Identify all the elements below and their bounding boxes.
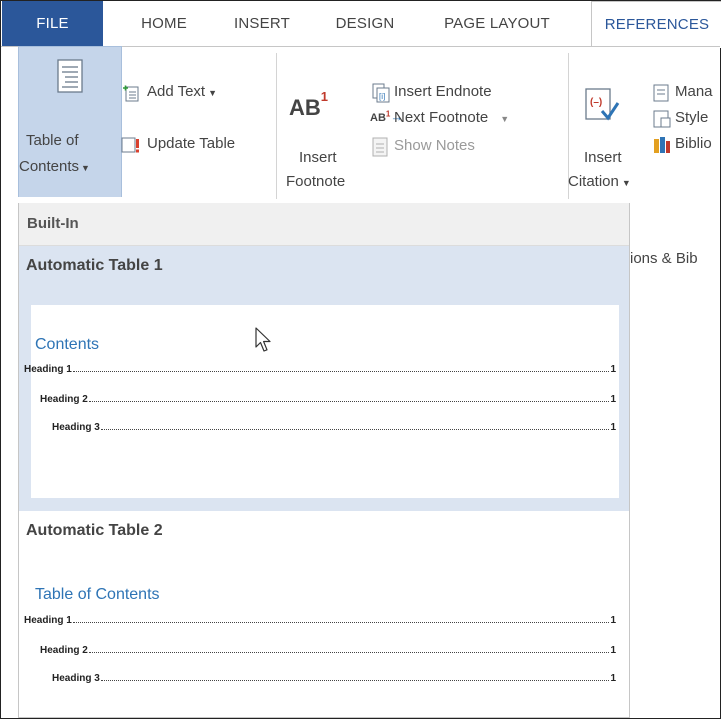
tab-home[interactable]: HOME [129, 1, 199, 46]
ribbon-separator [276, 53, 277, 199]
toc-entry: Heading 11 [24, 364, 616, 375]
toc-preview: Table of Contents Heading 11 Heading 21 … [24, 571, 619, 711]
svg-text:(–): (–) [590, 97, 602, 108]
built-in-label: Built-In [27, 215, 79, 232]
toc-entry: Heading 21 [40, 645, 616, 656]
table-of-contents-button[interactable]: Table of Contents ▼ [18, 46, 122, 197]
toc-gallery-item-automatic-table-2[interactable]: Automatic Table 2 Table of Contents Head… [19, 511, 629, 717]
toc-entry: Heading 11 [24, 615, 616, 626]
insert-endnote-icon: [i] [372, 83, 390, 103]
bibliography-button[interactable]: Biblio [675, 135, 712, 152]
preview-heading: Table of Contents [35, 586, 160, 603]
show-notes-icon [372, 137, 388, 157]
insert-footnote-label-line1[interactable]: Insert [299, 149, 337, 166]
chevron-down-icon: ▼ [208, 88, 218, 98]
gallery-section-header: Built-In [19, 203, 629, 246]
tab-file[interactable]: FILE [2, 1, 103, 46]
toc-gallery-dropdown: Built-In Automatic Table 1 Contents Head… [18, 203, 630, 718]
toc-label-line2: Contents [19, 158, 80, 175]
ribbon: Table of Contents ▼ Add Text ▼ Update Tabl… [1, 46, 720, 205]
insert-citation-label-line2[interactable]: Citation [568, 173, 619, 190]
footnote-ab-icon: AB1 [289, 89, 329, 120]
svg-text:[i]: [i] [379, 92, 385, 101]
chevron-down-icon: ▼ [500, 114, 510, 124]
toc-entry: Heading 21 [40, 394, 616, 405]
show-notes-button[interactable]: Show Notes [394, 137, 475, 154]
gallery-item-title: Automatic Table 2 [26, 522, 163, 539]
add-text-icon [123, 85, 139, 102]
add-text-button[interactable]: Add Text [147, 83, 205, 100]
gallery-item-title: Automatic Table 1 [26, 257, 163, 274]
mouse-cursor-icon [255, 327, 271, 352]
tab-page-layout[interactable]: PAGE LAYOUT [433, 1, 561, 46]
toc-entry: Heading 31 [52, 673, 616, 684]
toc-preview: Contents Heading 11 Heading 21 Heading 3… [24, 305, 619, 498]
style-icon [653, 110, 671, 128]
insert-footnote-label-line2[interactable]: Footnote [286, 173, 345, 190]
update-table-icon [121, 137, 139, 153]
tab-insert[interactable]: INSERT [227, 1, 297, 46]
ribbon-tabs: FILE HOME INSERT DESIGN PAGE LAYOUT REFE… [1, 1, 721, 48]
dropdown-arrow-icon: ▼ [81, 163, 90, 173]
toc-gallery-item-automatic-table-1[interactable]: Automatic Table 1 Contents Heading 11 He… [19, 246, 629, 511]
tab-references[interactable]: REFERENCES [591, 1, 721, 48]
document-list-icon [57, 59, 83, 93]
insert-citation-label-line1[interactable]: Insert [584, 149, 622, 166]
manage-sources-button[interactable]: Mana [675, 83, 713, 100]
insert-citation-icon: (–) [585, 88, 620, 121]
manage-sources-icon [653, 84, 669, 102]
next-footnote-button[interactable]: Next Footnote [394, 109, 488, 126]
chevron-down-icon: ▼ [621, 178, 631, 188]
bibliography-icon [654, 137, 670, 153]
update-table-button[interactable]: Update Table [147, 135, 235, 152]
insert-endnote-button[interactable]: Insert Endnote [394, 83, 492, 100]
preview-heading: Contents [35, 336, 100, 353]
toc-entry: Heading 31 [52, 422, 616, 433]
tab-design[interactable]: DESIGN [327, 1, 403, 46]
style-dropdown[interactable]: Style [675, 109, 708, 126]
citations-bibliography-group-label: ions & Bib [630, 250, 698, 267]
toc-label-line1: Table of [26, 132, 79, 149]
